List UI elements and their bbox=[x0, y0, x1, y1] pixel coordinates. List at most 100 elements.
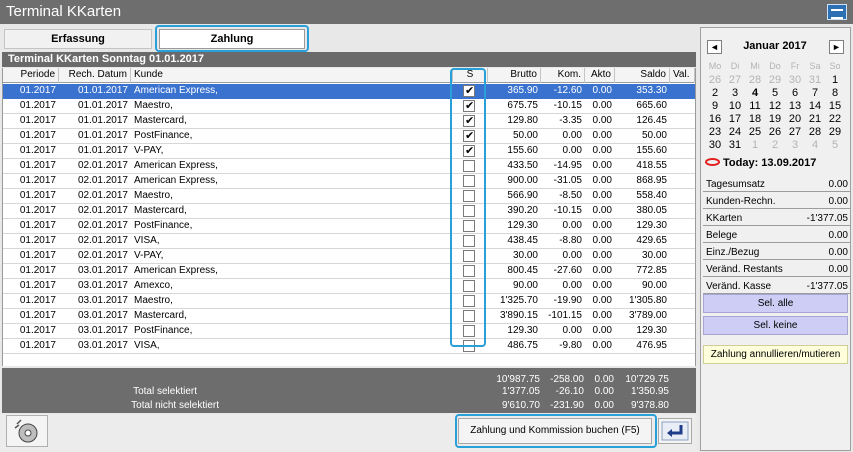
cell-periode: 01.2017 bbox=[19, 265, 56, 276]
calendar-day[interactable]: 5 bbox=[765, 87, 785, 100]
calendar-prev-button[interactable]: ◄ bbox=[707, 40, 722, 54]
cell-brutto: 365.90 bbox=[507, 85, 538, 96]
calendar-day[interactable]: 31 bbox=[725, 139, 745, 152]
calendar-day[interactable]: 18 bbox=[745, 113, 765, 126]
cell-saldo: 558.40 bbox=[636, 190, 667, 201]
table-row[interactable]: 01.2017 03.01.2017 Maestro, 1'325.70 -19.90 0… bbox=[3, 294, 695, 309]
calendar-day[interactable]: 28 bbox=[745, 74, 765, 87]
back-button[interactable] bbox=[658, 418, 692, 444]
table-row[interactable]: 01.2017 02.01.2017 Maestro, 566.90 -8.50 0.00… bbox=[3, 189, 695, 204]
cell-periode: 01.2017 bbox=[19, 325, 56, 336]
cell-saldo: 155.60 bbox=[636, 145, 667, 156]
calendar-day[interactable]: 15 bbox=[825, 100, 845, 113]
table-row[interactable]: 01.2017 03.01.2017 American Express, 800.45… bbox=[3, 264, 695, 279]
select-none-button[interactable]: Sel. keine bbox=[703, 316, 848, 335]
calendar-day[interactable]: 14 bbox=[805, 100, 825, 113]
calendar-day[interactable]: 4 bbox=[805, 139, 825, 152]
calendar-day[interactable]: 9 bbox=[705, 100, 725, 113]
calendar-day[interactable]: 8 bbox=[825, 87, 845, 100]
table-row[interactable]: 01.2017 02.01.2017 VISA, 438.45 -8.80 0.00 429… bbox=[3, 234, 695, 249]
calendar-day[interactable]: 27 bbox=[725, 74, 745, 87]
calendar-day[interactable]: 2 bbox=[705, 87, 725, 100]
calendar-day[interactable]: 30 bbox=[785, 74, 805, 87]
col-kom-header[interactable]: Kom. bbox=[541, 68, 585, 83]
stat-value: -1'377.05 bbox=[806, 213, 848, 224]
cell-kom: -12.60 bbox=[553, 85, 582, 96]
col-val-header[interactable]: Val. bbox=[670, 68, 695, 83]
annul-payment-button[interactable]: Zahlung annullieren/mutieren bbox=[703, 345, 848, 364]
table-row[interactable]: 01.2017 02.01.2017 American Express, 900.00… bbox=[3, 174, 695, 189]
calendar-day[interactable]: 26 bbox=[765, 126, 785, 139]
select-all-button[interactable]: Sel. alle bbox=[703, 294, 848, 313]
table-row[interactable]: 01.2017 02.01.2017 Mastercard, 390.20 -10.15… bbox=[3, 204, 695, 219]
cell-kunde: Mastercard, bbox=[134, 205, 187, 216]
calendar-day[interactable]: 3 bbox=[725, 87, 745, 100]
table-row[interactable]: 01.2017 02.01.2017 V-PAY, 30.00 0.00 0.00 30.0… bbox=[3, 249, 695, 264]
cell-datum: 02.01.2017 bbox=[77, 235, 128, 246]
calendar-day[interactable]: 2 bbox=[765, 139, 785, 152]
cell-akto: 0.00 bbox=[592, 160, 612, 171]
calendar-day[interactable]: 22 bbox=[825, 113, 845, 126]
calendar-day[interactable]: 24 bbox=[725, 126, 745, 139]
table-row[interactable]: 01.2017 03.01.2017 Mastercard, 3'890.15 -101… bbox=[3, 309, 695, 324]
calendar-day[interactable]: 31 bbox=[805, 74, 825, 87]
col-saldo-header[interactable]: Saldo bbox=[615, 68, 670, 83]
table-row[interactable]: 01.2017 02.01.2017 American Express, 433.50… bbox=[3, 159, 695, 174]
calendar-day[interactable]: 29 bbox=[825, 126, 845, 139]
tab-erfassung[interactable]: Erfassung bbox=[4, 29, 152, 49]
calendar-day[interactable]: 16 bbox=[705, 113, 725, 126]
calendar-day[interactable]: 17 bbox=[725, 113, 745, 126]
col-kunde-header[interactable]: Kunde bbox=[131, 68, 453, 83]
col-datum-header[interactable]: Rech. Datum bbox=[59, 68, 131, 83]
table-row[interactable]: 01.2017 01.01.2017 V-PAY, 155.60 0.00 0.00 155… bbox=[3, 144, 695, 159]
table-row[interactable]: 01.2017 03.01.2017 Amexco, 90.00 0.00 0.00 90.… bbox=[3, 279, 695, 294]
highlight-frame bbox=[455, 414, 657, 448]
calendar-day[interactable]: 29 bbox=[765, 74, 785, 87]
stat-label: Einz./Bezug bbox=[706, 247, 760, 258]
calendar-day[interactable]: 25 bbox=[745, 126, 765, 139]
calendar-day[interactable]: 6 bbox=[785, 87, 805, 100]
calendar-day[interactable]: 7 bbox=[805, 87, 825, 100]
calendar-day[interactable]: 20 bbox=[785, 113, 805, 126]
calendar-day[interactable]: 23 bbox=[705, 126, 725, 139]
table-row[interactable]: 01.2017 01.01.2017 Maestro, 675.75 -10.15 0.0… bbox=[3, 99, 695, 114]
cell-brutto: 129.30 bbox=[507, 220, 538, 231]
calendar-day[interactable]: 3 bbox=[785, 139, 805, 152]
totals-brutto: 1'377.05 bbox=[501, 386, 540, 397]
cell-akto: 0.00 bbox=[592, 265, 612, 276]
calendar-day[interactable]: 5 bbox=[825, 139, 845, 152]
col-brutto-header[interactable]: Brutto bbox=[488, 68, 541, 83]
totals-brutto: 10'987.75 bbox=[496, 374, 540, 385]
cell-kunde: PostFinance, bbox=[134, 130, 193, 141]
today-link[interactable]: Today: 13.09.2017 bbox=[705, 157, 816, 169]
calendar-day[interactable]: 12 bbox=[765, 100, 785, 113]
calendar-day[interactable]: 11 bbox=[745, 100, 765, 113]
calendar-day[interactable]: 10 bbox=[725, 100, 745, 113]
cd-button[interactable] bbox=[6, 415, 48, 447]
calendar-day[interactable]: 28 bbox=[805, 126, 825, 139]
table-row[interactable]: 01.2017 01.01.2017 American Express, 365.90… bbox=[3, 84, 695, 99]
keyboard-icon[interactable] bbox=[827, 4, 847, 20]
calendar-next-button[interactable]: ► bbox=[829, 40, 844, 54]
cell-saldo: 30.00 bbox=[641, 250, 667, 261]
calendar-day[interactable]: 4 bbox=[745, 87, 765, 100]
cell-brutto: 155.60 bbox=[507, 145, 538, 156]
table-row[interactable]: 01.2017 01.01.2017 Mastercard, 129.80 -3.35 0… bbox=[3, 114, 695, 129]
col-periode-header[interactable]: Periode bbox=[3, 68, 59, 83]
calendar-day[interactable]: 21 bbox=[805, 113, 825, 126]
calendar-day[interactable]: 30 bbox=[705, 139, 725, 152]
table-row[interactable]: 01.2017 03.01.2017 VISA, 486.75 -9.80 0.00 476… bbox=[3, 339, 695, 354]
calendar-day[interactable]: 1 bbox=[825, 74, 845, 87]
col-akto-header[interactable]: Akto bbox=[585, 68, 615, 83]
totals-brutto: 9'610.70 bbox=[501, 400, 540, 411]
cell-saldo: 126.45 bbox=[636, 115, 667, 126]
table-row[interactable]: 01.2017 01.01.2017 PostFinance, 50.00 0.00 0.… bbox=[3, 129, 695, 144]
calendar-day[interactable]: 13 bbox=[785, 100, 805, 113]
calendar-day[interactable]: 19 bbox=[765, 113, 785, 126]
stat-value: 0.00 bbox=[828, 247, 848, 258]
calendar-day[interactable]: 26 bbox=[705, 74, 725, 87]
calendar-day[interactable]: 1 bbox=[745, 139, 765, 152]
table-row[interactable]: 01.2017 03.01.2017 PostFinance, 129.30 0.00 0… bbox=[3, 324, 695, 339]
calendar-day[interactable]: 27 bbox=[785, 126, 805, 139]
table-row[interactable]: 01.2017 02.01.2017 PostFinance, 129.30 0.00 0… bbox=[3, 219, 695, 234]
